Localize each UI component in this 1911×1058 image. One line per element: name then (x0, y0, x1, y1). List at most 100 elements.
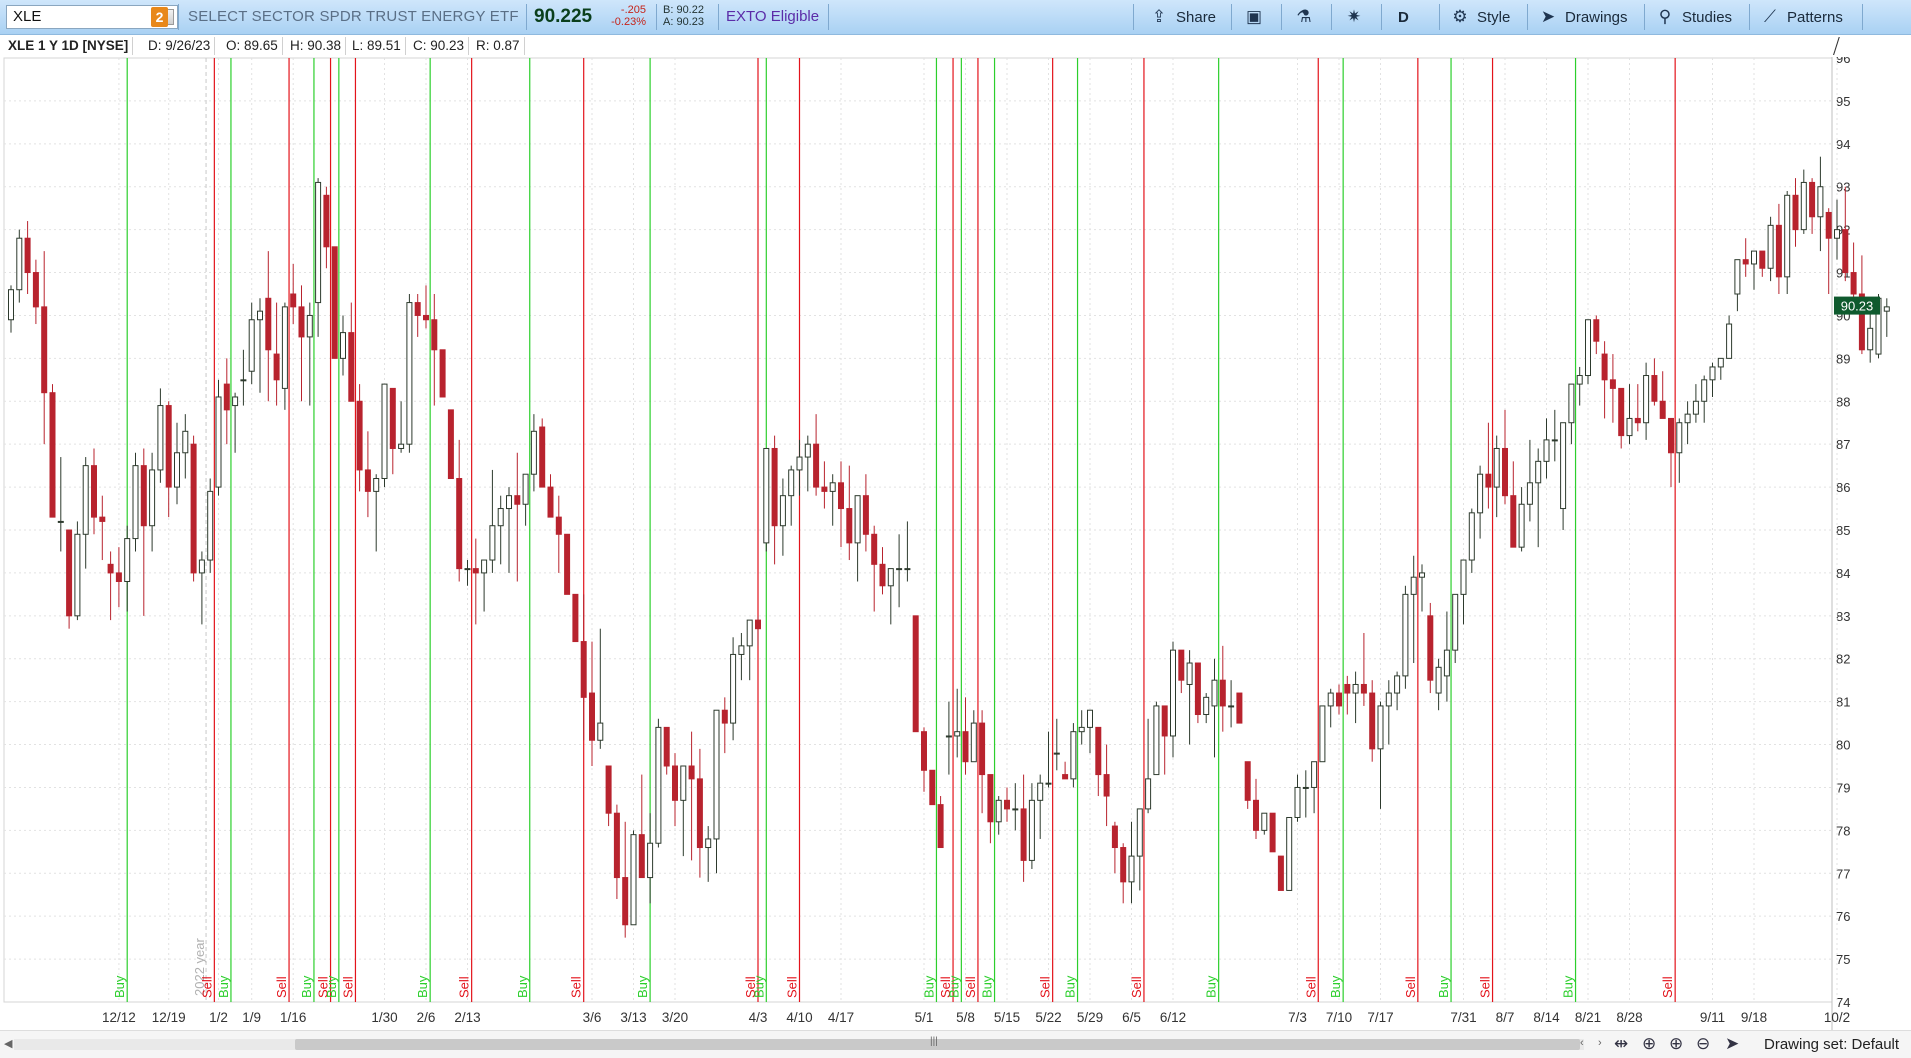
x-tick-label: 4/3 (749, 1010, 768, 1025)
candle-down (721, 709, 728, 724)
scroll-left-icon[interactable]: ◀ (4, 1037, 12, 1050)
camera-icon: ▣ (1245, 7, 1263, 26)
scroll-forward-icon[interactable]: › (1598, 1037, 1602, 1049)
candle-up (1643, 375, 1650, 424)
style-label: Style (1477, 8, 1511, 26)
candle-down (298, 306, 305, 338)
candle-down (32, 272, 39, 308)
candle-up (1784, 194, 1791, 278)
toolbar-divider (1281, 4, 1282, 30)
expand-horizontal-icon[interactable]: ⇹ (1614, 1034, 1628, 1054)
candle-up (854, 495, 861, 544)
sell-signal-label: Sell (1403, 976, 1418, 998)
buy-signal-label: Buy (1328, 975, 1343, 998)
candle-down (439, 349, 446, 398)
snapshot-button[interactable]: ▣ (1243, 0, 1271, 34)
candle-up (74, 533, 81, 617)
candle-down (140, 465, 147, 527)
candle-down (514, 495, 521, 505)
candle-up (1576, 375, 1583, 385)
sell-signal-label: Sell (569, 976, 584, 998)
candle-down (1253, 799, 1259, 831)
y-tick-label: 85 (1836, 523, 1850, 538)
aggregation-button[interactable]: D (1398, 0, 1409, 34)
scroll-back-icon[interactable]: ‹ (1580, 1037, 1584, 1049)
toolbar-divider (1527, 4, 1528, 30)
candle-down (912, 615, 919, 733)
drawings-button[interactable]: ➤ Drawings (1537, 0, 1628, 34)
candle-up (1145, 778, 1152, 810)
y-tick-label: 86 (1836, 480, 1850, 495)
share-button[interactable]: ⇪ Share (1148, 0, 1216, 34)
candle-down (1593, 319, 1600, 342)
studies-button[interactable]: ⚲ Studies (1654, 0, 1732, 34)
candle-up (1883, 306, 1890, 312)
y-tick-label: 88 (1836, 394, 1850, 409)
x-tick-label: 12/12 (102, 1010, 136, 1025)
candle-down (1742, 259, 1749, 265)
buy-signal-label: Buy (1436, 975, 1451, 998)
candle-up (8, 289, 14, 321)
candle-down (223, 383, 230, 411)
y-tick-label: 77 (1836, 866, 1850, 881)
candle-down (1095, 726, 1102, 776)
price-chart[interactable]: 7475767778798081828384858687888990919293… (0, 0, 1911, 1057)
drawing-set-label[interactable]: Drawing set: Default (1764, 1036, 1899, 1053)
bar-open: O: 89.65 (222, 37, 283, 55)
candle-up (306, 314, 313, 338)
flask-icon: ⚗ (1296, 7, 1312, 26)
y-tick-label: 95 (1836, 94, 1850, 109)
candle-up (406, 302, 413, 445)
candle-down (273, 353, 280, 381)
exto-eligible-label[interactable]: EXTO Eligible (726, 8, 819, 25)
link-group-badge[interactable]: 2 (151, 7, 168, 27)
x-tick-label: 2/13 (454, 1010, 480, 1025)
style-button[interactable]: ⚙ Style (1449, 0, 1510, 34)
candle-up (1311, 761, 1318, 788)
expand-chart-icon[interactable]: ⧸ (1833, 36, 1840, 59)
candle-up (182, 430, 189, 454)
candle-up (1692, 400, 1699, 415)
candle-up (1751, 250, 1757, 265)
candle-up (896, 568, 903, 571)
candle-down (290, 293, 297, 308)
candle-up (1443, 649, 1450, 677)
toolbar-divider (1644, 4, 1645, 30)
candle-down (1842, 229, 1849, 274)
buy-signal-label: Buy (751, 975, 766, 998)
settings-button[interactable]: ✷ (1343, 0, 1371, 34)
zoom-out-icon[interactable]: ⊖ (1696, 1034, 1710, 1054)
candle-up (746, 619, 753, 647)
candle-up (1717, 357, 1724, 368)
candle-down (879, 563, 886, 587)
flask-button[interactable]: ⚗ (1293, 0, 1321, 34)
zoom-in-icon[interactable]: ⊕ (1669, 1034, 1683, 1054)
candle-up (1385, 692, 1392, 707)
crosshair-icon[interactable]: ⊕ (1642, 1034, 1656, 1054)
net-change: -.205 -0.23% (608, 4, 646, 28)
patterns-button[interactable]: ⟋ Patterns (1759, 0, 1843, 34)
y-tick-label: 79 (1836, 780, 1850, 795)
toolbar-divider (1133, 4, 1134, 30)
candle-up (1493, 447, 1500, 488)
candle-up (82, 465, 89, 535)
candle-down (871, 533, 878, 565)
candle-up (1294, 786, 1301, 818)
y-tick-label: 89 (1836, 351, 1850, 366)
y-tick-label: 83 (1836, 609, 1850, 624)
buy-signal-label: Buy (216, 975, 231, 998)
y-tick-label: 81 (1836, 695, 1850, 710)
x-tick-label: 3/13 (620, 1010, 646, 1025)
candle-up (1767, 224, 1774, 269)
x-tick-label: 7/31 (1450, 1010, 1476, 1025)
plot-area (3, 57, 1833, 1003)
sell-signal-label: Sell (785, 976, 800, 998)
candle-up (1402, 593, 1409, 677)
pointer-icon[interactable]: ➤ (1725, 1034, 1739, 1054)
candle-down (389, 387, 396, 449)
y-tick-label: 74 (1836, 995, 1850, 1010)
buy-signal-label: Buy (112, 975, 127, 998)
candle-down (921, 731, 927, 771)
x-tick-label: 6/12 (1160, 1010, 1186, 1025)
candle-down (555, 516, 562, 535)
